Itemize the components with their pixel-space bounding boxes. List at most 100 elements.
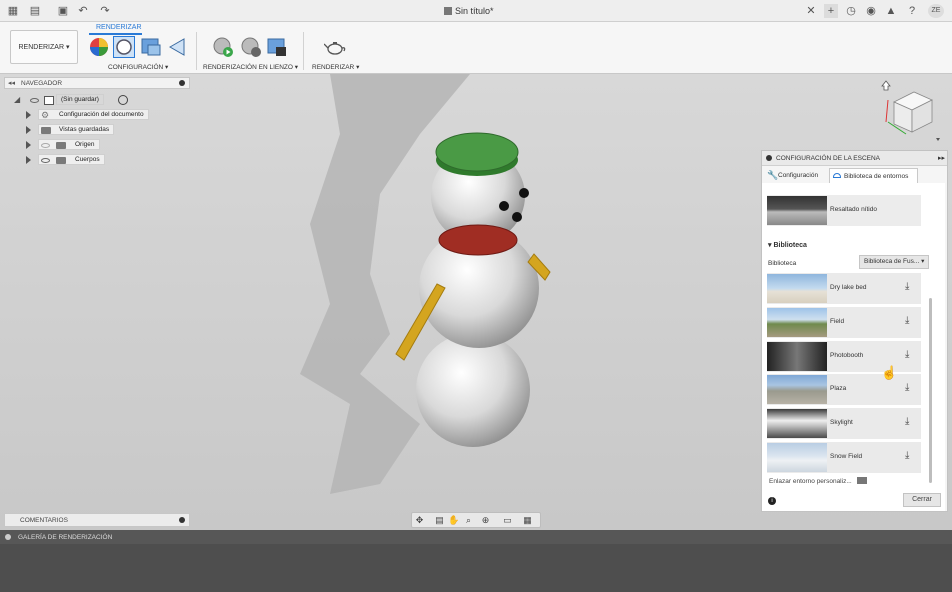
grid-settings-icon[interactable]: ▦: [522, 515, 533, 526]
file-icon[interactable]: ▤: [28, 4, 42, 18]
cloud-icon: [833, 173, 841, 178]
environment-item-dry-lake-bed[interactable]: Dry lake bed ⤓: [767, 273, 921, 304]
expand-panel-icon[interactable]: ▸▸: [938, 154, 945, 162]
ribbon-toolbar: RENDERIZAR ▾ RENDERIZAR CONFIGURACIÓN ▾ …: [0, 22, 952, 74]
tree-item-origin[interactable]: Origen: [26, 139, 116, 151]
new-tab-icon[interactable]: +: [824, 4, 838, 18]
environment-name: Dry lake bed: [830, 284, 867, 291]
capture-image-icon[interactable]: [266, 36, 288, 58]
scene-settings-icon[interactable]: [113, 36, 135, 58]
tree-item-bodies[interactable]: Cuerpos: [26, 154, 116, 166]
environment-thumbnail: [767, 375, 827, 404]
close-button[interactable]: Cerrar: [903, 493, 941, 507]
bell-icon[interactable]: ▲: [884, 4, 898, 18]
tab-render[interactable]: RENDERIZAR: [96, 24, 142, 31]
navigator-panel-header[interactable]: ◂◂ NAVEGADOR: [4, 77, 190, 89]
activate-icon[interactable]: [118, 95, 128, 105]
panel-dot-icon: [766, 155, 772, 161]
download-icon[interactable]: ⤓: [905, 281, 909, 292]
scene-settings-title: CONFIGURACIÓN DE LA ESCENA: [776, 155, 881, 162]
collapse-icon[interactable]: ◂◂: [8, 79, 15, 87]
undo-icon[interactable]: ↶: [76, 4, 90, 18]
view-cube[interactable]: [876, 78, 942, 146]
orbit-icon[interactable]: ✥: [414, 515, 425, 526]
environment-thumbnail: [767, 342, 827, 371]
environment-item-snow-field[interactable]: Snow Field ⤓: [767, 442, 921, 473]
environment-item-skylight[interactable]: Skylight ⤓: [767, 408, 921, 439]
document-cube-icon: [444, 7, 452, 15]
expand-root-icon[interactable]: ◢: [14, 95, 20, 104]
group-label-in-canvas[interactable]: RENDERIZACIÓN EN LIENZO ▾: [203, 63, 298, 71]
coal-mouth: [512, 212, 522, 222]
environment-name: Snow Field: [830, 453, 863, 460]
environment-library-content: Resaltado nítido ▾ Biblioteca Biblioteca…: [762, 183, 945, 511]
library-select[interactable]: Biblioteca de Fus... ▾: [859, 255, 929, 269]
save-icon[interactable]: ▣: [56, 4, 70, 18]
download-icon[interactable]: ⤓: [905, 349, 909, 360]
decal-icon[interactable]: [166, 36, 188, 58]
appearance-icon[interactable]: [88, 36, 110, 58]
download-icon[interactable]: ⤓: [905, 416, 909, 427]
info-icon[interactable]: i: [768, 497, 776, 505]
download-icon[interactable]: ⤓: [905, 315, 909, 326]
environment-name: Field: [830, 318, 845, 325]
environment-thumbnail: [767, 308, 827, 337]
eye-hidden-icon[interactable]: [41, 143, 50, 148]
in-canvas-render-icon[interactable]: [212, 36, 234, 58]
grid-menu-icon[interactable]: ▦: [6, 4, 20, 18]
ribbon-divider: [196, 32, 197, 70]
group-label-render[interactable]: RENDERIZAR ▾: [312, 63, 359, 71]
comments-title: COMENTARIOS: [20, 517, 68, 524]
environment-item-plaza[interactable]: Plaza ⤓: [767, 374, 921, 405]
download-icon[interactable]: ⤓: [905, 450, 909, 461]
pin-icon[interactable]: [179, 80, 185, 86]
texture-map-icon[interactable]: [140, 36, 162, 58]
workspace-switcher-button[interactable]: RENDERIZAR ▾: [10, 30, 78, 64]
environment-name: Plaza: [830, 385, 847, 392]
tab-settings[interactable]: 🔧 Configuración: [764, 168, 828, 183]
wrench-icon: 🔧: [767, 170, 779, 180]
library-scrollbar[interactable]: [929, 298, 932, 483]
tab-environment-library[interactable]: Biblioteca de entornos: [829, 168, 918, 183]
tree-item-document-settings[interactable]: Configuración del documento ⚙: [26, 109, 156, 121]
refresh-icon[interactable]: ◷: [844, 4, 858, 18]
comments-panel[interactable]: COMENTARIOS: [4, 513, 190, 527]
close-tab-icon[interactable]: ✕: [804, 4, 818, 18]
group-label-setup[interactable]: CONFIGURACIÓN ▾: [108, 63, 168, 71]
environment-item-field[interactable]: Field ⤓: [767, 307, 921, 338]
library-section-header[interactable]: ▾ Biblioteca: [768, 241, 807, 249]
link-custom-environment[interactable]: Enlazar entorno personaliz...: [769, 477, 867, 485]
download-icon[interactable]: ⤓: [905, 382, 909, 393]
user-avatar[interactable]: ZE: [928, 4, 944, 18]
pan-icon[interactable]: ✋: [448, 515, 459, 526]
render-gallery-header[interactable]: GALERÍA DE RENDERIZACIÓN: [0, 530, 952, 544]
eye-icon[interactable]: [41, 158, 50, 163]
current-environment[interactable]: Resaltado nítido: [767, 195, 921, 226]
in-canvas-settings-icon[interactable]: [240, 36, 262, 58]
teapot-render-icon[interactable]: [324, 36, 346, 58]
tree-root[interactable]: ◢ (Sin guardar): [14, 94, 134, 106]
expand-icon[interactable]: [26, 111, 31, 119]
expand-icon[interactable]: [26, 156, 31, 164]
redo-icon[interactable]: ↷: [98, 4, 112, 18]
clock-icon[interactable]: ◉: [864, 4, 878, 18]
tree-item-saved-views[interactable]: Vistas guardadas: [26, 124, 126, 136]
environment-item-photobooth[interactable]: Photobooth ⤓: [767, 341, 921, 372]
gear-icon: ⚙: [41, 110, 50, 120]
snowman-bottom-ball: [416, 333, 530, 447]
environment-thumbnail: [767, 443, 827, 472]
add-comment-icon[interactable]: [179, 517, 185, 523]
display-settings-icon[interactable]: ▭: [502, 515, 513, 526]
eye-icon[interactable]: [30, 98, 39, 103]
expand-icon[interactable]: [26, 141, 31, 149]
look-at-icon[interactable]: ▤: [434, 515, 445, 526]
coal-eye: [519, 188, 529, 198]
gallery-toggle-icon[interactable]: [5, 534, 11, 540]
expand-icon[interactable]: [26, 126, 31, 134]
environment-name: Skylight: [830, 419, 853, 426]
folder-icon: [56, 157, 66, 164]
active-tab-indicator: [89, 33, 142, 35]
help-icon[interactable]: ?: [905, 4, 919, 18]
fit-icon[interactable]: ⊕: [480, 515, 491, 526]
zoom-icon[interactable]: ⌕: [463, 515, 474, 526]
